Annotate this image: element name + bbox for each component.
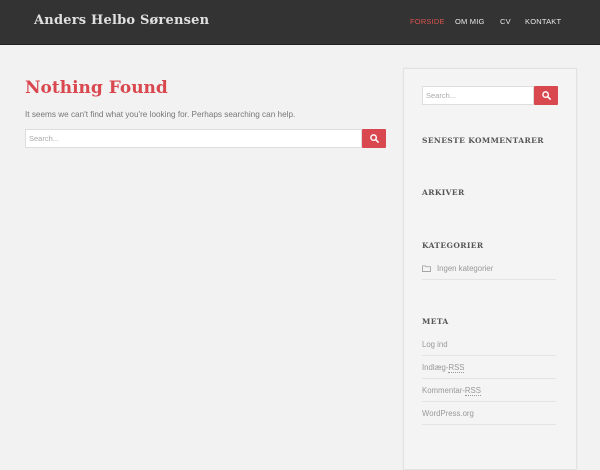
top-navigation-bar: Anders Helbo Sørensen FORSIDE OM MIG CV … (0, 0, 600, 45)
comments-rss-prefix: Kommentar- (422, 386, 465, 395)
sidebar: SENESTE KOMMENTARER ARKIVER KATEGORIER I… (403, 68, 577, 470)
meta-comments-rss-item: Kommentar-RSS (422, 386, 556, 402)
main-search-form (25, 129, 386, 148)
search-icon (369, 134, 379, 143)
page-title: Nothing Found (25, 78, 168, 98)
meta-login-item: Log ind (422, 340, 556, 356)
sidebar-search-form (422, 86, 558, 105)
login-link[interactable]: Log ind (422, 340, 448, 349)
categories-empty-item: Ingen kategorier (422, 264, 556, 280)
folder-icon (422, 265, 431, 272)
nav-item-forside[interactable]: FORSIDE (410, 17, 445, 26)
nav-item-om-mig[interactable]: OM MIG (455, 17, 485, 26)
comments-rss-abbr: RSS (464, 386, 481, 396)
sidebar-search-button[interactable] (534, 86, 558, 105)
categories-empty-label: Ingen kategorier (437, 264, 494, 273)
meta-wordpress-item: WordPress.org (422, 409, 556, 425)
recent-comments-title: SENESTE KOMMENTARER (422, 136, 544, 145)
main-search-input[interactable] (25, 129, 362, 148)
search-icon (541, 91, 551, 100)
main-search-button[interactable] (362, 129, 386, 148)
meta-title: META (422, 317, 449, 326)
entries-rss-link[interactable]: Indlæg-RSS (422, 363, 465, 373)
wordpress-link[interactable]: WordPress.org (422, 409, 474, 418)
sidebar-search-input[interactable] (422, 86, 534, 105)
entries-rss-abbr: RSS (448, 363, 465, 373)
nav-item-cv[interactable]: CV (500, 17, 511, 26)
entries-rss-prefix: Indlæg- (422, 363, 449, 372)
meta-entries-rss-item: Indlæg-RSS (422, 363, 556, 379)
comments-rss-link[interactable]: Kommentar-RSS (422, 386, 481, 396)
not-found-message: It seems we can't find what you're looki… (25, 110, 296, 119)
site-title[interactable]: Anders Helbo Sørensen (34, 13, 209, 28)
nav-item-kontakt[interactable]: KONTAKT (525, 17, 561, 26)
archives-title: ARKIVER (422, 188, 465, 197)
categories-title: KATEGORIER (422, 241, 484, 250)
